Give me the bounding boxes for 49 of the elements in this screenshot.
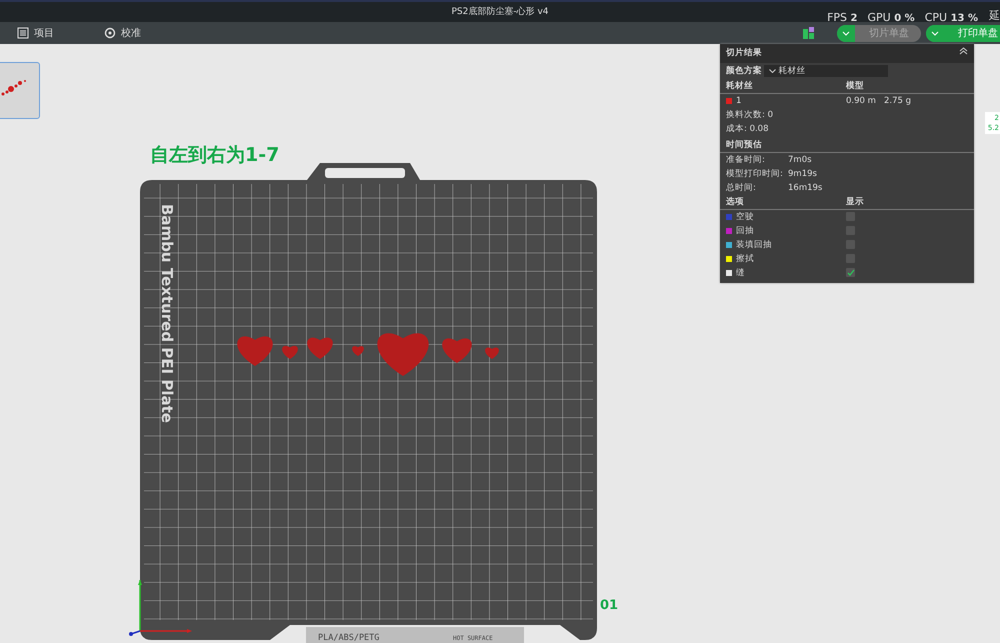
option-name: 装填回抽 [736,238,772,251]
color-scheme-dropdown[interactable]: 耗材丝 [764,64,888,77]
column-header: 显示 [846,196,864,208]
settings-icon [104,27,116,39]
toolbar-tab[interactable]: 项目 [17,26,54,40]
time-value: 9m19s [788,168,817,180]
section-title: 时间预估 [726,138,762,151]
list-icon [17,27,29,39]
caret-icon [931,30,939,36]
checkbox[interactable] [846,268,855,278]
annotation-text: 自左到右为1-7 [150,143,280,168]
checkbox[interactable] [846,240,855,250]
checkbox[interactable] [846,254,855,264]
plate-name: Bambu Textured PEI Plate [158,204,176,423]
option-name: 空驶 [736,210,754,223]
filament-usage: 0.90 m 2.75 g [846,94,912,107]
plate-icon[interactable] [803,27,814,39]
option-name: 缝 [736,266,745,279]
plate-thumbnail[interactable] [0,62,40,119]
plate-material-label: PLA/ABS/PETG [318,633,380,643]
time-value: 7m0s [788,154,812,166]
collapse-icon[interactable] [959,47,968,55]
caret-icon [769,68,776,73]
filament-name: 1 [736,94,742,107]
checkbox[interactable] [846,226,855,236]
time-label: 准备时间: [726,154,766,166]
column-header: 模型 [846,80,864,92]
toolbar-label: 延 [989,8,1000,24]
toolbar-tab[interactable]: 校准 [104,26,141,40]
stat-readout: FPS 2 [827,10,858,26]
stat-text: 换料次数: 0 [726,108,773,121]
heart-models-drawing[interactable] [237,333,499,376]
window-title: PS2底部防尘塞-心形 v4 [451,6,549,19]
checkbox[interactable] [846,212,855,222]
plate-number: 01 [600,597,618,615]
time-label: 总时间: [726,182,757,194]
field-label: 颜色方案 [726,64,763,77]
option-name: 回抽 [736,224,754,237]
panel-title: 切片结果 [726,47,762,60]
column-header: 选项 [726,196,745,208]
time-value: 16m19s [788,182,822,194]
column-header: 耗材丝 [726,80,754,92]
option-name: 擦拭 [736,252,754,265]
caret-icon [842,30,850,36]
time-label: 模型打印时间: [726,168,784,180]
stat-text: 成本: 0.08 [726,122,768,135]
axes-drawing [129,580,192,636]
stat-readout: GPU 0 % [868,10,915,26]
stat-readout: CPU 13 % [924,10,978,26]
